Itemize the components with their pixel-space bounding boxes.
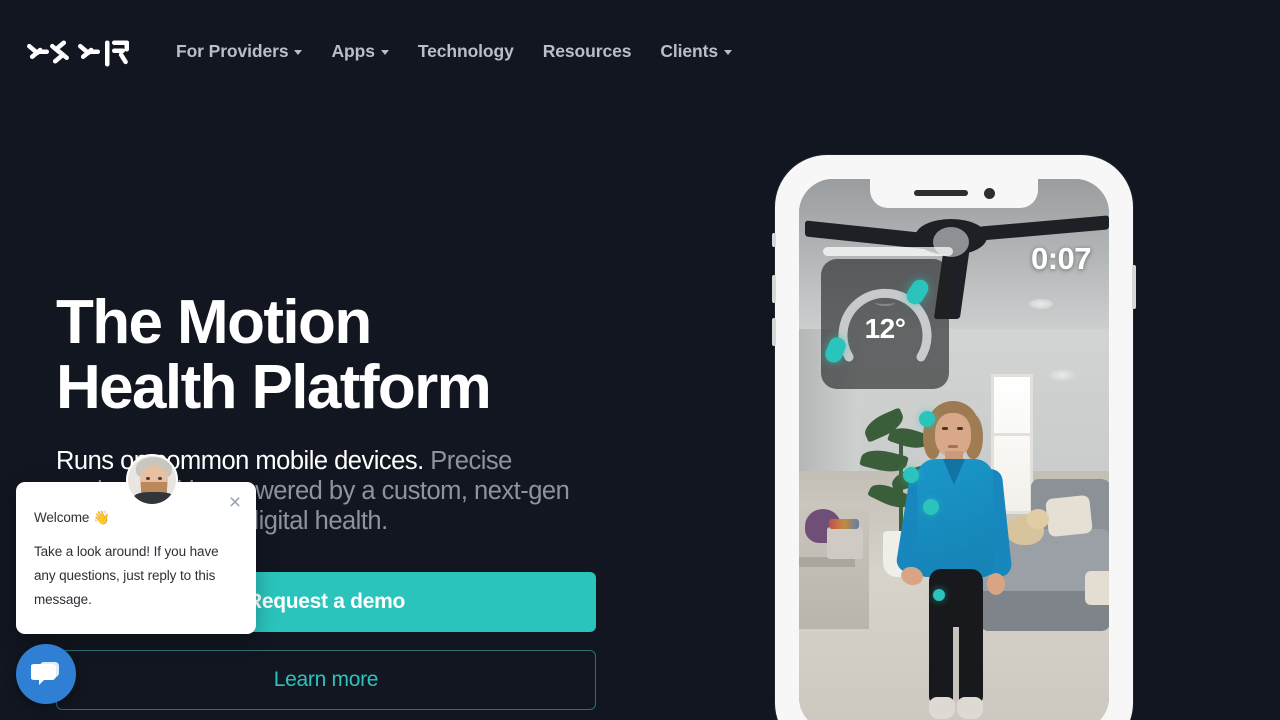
phone-volume-up-button	[772, 275, 776, 303]
chat-message: Take a look around! If you have any ques…	[34, 544, 219, 607]
nav-label: For Providers	[176, 41, 289, 61]
chevron-down-icon	[724, 50, 732, 55]
site-header: For Providers Apps Technology Resources …	[0, 0, 1280, 103]
phone-mute-switch	[772, 233, 776, 247]
pose-keypoint-hip	[923, 499, 939, 515]
page-title: The Motion Health Platform	[56, 290, 636, 420]
phone-screen: 0:07 12°	[799, 179, 1109, 720]
subheadline-lead: Runs on common mobile devices.	[56, 447, 424, 475]
chevron-down-icon	[380, 50, 389, 55]
pose-keypoint-shoulder	[919, 411, 935, 427]
couch-throw-blanket	[1085, 571, 1109, 605]
right-hand	[987, 573, 1005, 595]
headline-line-1: The Motion	[56, 288, 372, 357]
gauge-tick	[875, 299, 895, 306]
eye	[942, 427, 948, 430]
session-timer: 0:07	[1030, 241, 1092, 276]
chevron-down-icon	[294, 50, 303, 55]
earpiece-speaker-icon	[913, 190, 968, 196]
toys	[829, 519, 859, 529]
nav-label: Resources	[542, 41, 632, 61]
nav-item-clients[interactable]: Clients	[660, 41, 732, 62]
chat-bubble-icon	[31, 662, 59, 685]
nav-label: Apps	[331, 41, 375, 61]
person-exercising	[895, 401, 1015, 720]
exer-logo[interactable]	[26, 32, 132, 72]
avatar-eye	[158, 477, 162, 480]
nav-item-resources[interactable]: Resources	[543, 41, 632, 62]
front-camera-icon	[983, 187, 995, 199]
eye	[957, 427, 963, 430]
headline-line-2: Health Platform	[56, 353, 492, 422]
nav-item-technology[interactable]: Technology	[418, 41, 514, 62]
nav-item-apps[interactable]: Apps	[331, 41, 389, 62]
phone-notch	[870, 179, 1038, 208]
nav-label: Technology	[417, 41, 514, 61]
recessed-light	[1029, 299, 1053, 309]
leg-gap	[953, 627, 959, 703]
primary-navigation: For Providers Apps Technology Resources …	[176, 41, 732, 62]
mouth	[948, 445, 958, 448]
ceiling-fan-pull-chain	[823, 247, 953, 256]
chat-launcher-button[interactable]	[16, 644, 76, 704]
couch-pillow	[1045, 494, 1093, 538]
phone-power-button	[1132, 265, 1136, 309]
nav-label: Clients	[660, 41, 718, 61]
avatar-shirt	[134, 492, 174, 504]
angle-value: 12°	[864, 313, 906, 344]
phone-mockup: 0:07 12°	[772, 155, 1136, 720]
storage-bin	[827, 527, 863, 559]
nav-item-for-providers[interactable]: For Providers	[176, 41, 303, 62]
avatar	[126, 454, 178, 506]
right-shoe	[957, 697, 983, 719]
avatar-eye	[146, 477, 150, 480]
recessed-light	[1049, 369, 1075, 381]
angle-gauge-widget: 12°	[821, 259, 949, 389]
phone-volume-down-button	[772, 318, 776, 346]
dog-head	[1027, 509, 1049, 529]
pose-keypoint-elbow	[903, 467, 919, 483]
pose-keypoint-knee	[933, 589, 945, 601]
chat-welcome-card: × Welcome 👋 Take a look around! If you h…	[16, 454, 256, 634]
left-shoe	[929, 697, 955, 719]
learn-more-button[interactable]: Learn more	[56, 650, 596, 710]
chat-title: Welcome 👋	[34, 510, 110, 525]
close-icon[interactable]: ×	[225, 492, 245, 513]
